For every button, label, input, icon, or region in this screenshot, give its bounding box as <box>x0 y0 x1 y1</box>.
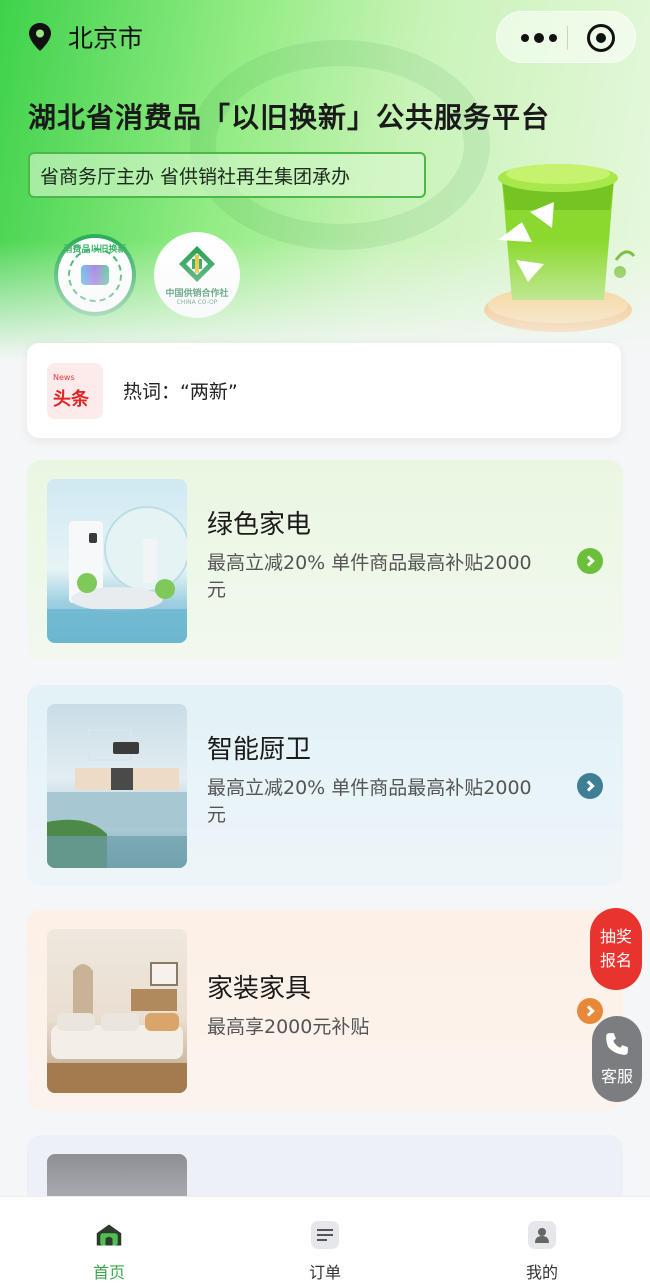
header-banner: 北京市 湖北省消费品「以旧换新」公共服务平台 省商务厅主办 省供销社再生集团承办… <box>0 0 650 360</box>
card-description: 最高立减20% 单件商品最高补贴2000元 <box>207 552 532 601</box>
tab-home[interactable]: 首页 <box>49 1197 169 1284</box>
news-icon-small-text: News <box>53 372 75 382</box>
card-description: 最高享2000元补贴 <box>207 1016 370 1038</box>
news-hotword: 热词：“两新” <box>123 381 238 403</box>
miniprogram-capsule <box>496 11 636 63</box>
location-pin-icon <box>29 23 51 51</box>
phone-icon <box>606 1033 628 1055</box>
customer-service-label: 客服 <box>600 1067 633 1086</box>
watermark-logo <box>190 40 490 250</box>
card-description: 最高立减20% 单件商品最高补贴2000元 <box>207 777 532 826</box>
recycle-bin-illustration <box>484 164 636 332</box>
tab-orders[interactable]: 订单 <box>265 1197 385 1284</box>
category-card-appliances[interactable]: 绿色家电 最高立减20% 单件商品最高补贴2000元 <box>27 460 623 660</box>
news-headline-icon: News 头条 <box>47 362 103 419</box>
card-title: 绿色家电 <box>207 510 312 540</box>
capsule-divider <box>567 26 568 50</box>
lottery-signup-button[interactable]: 抽奖 报名 <box>590 908 642 990</box>
tab-profile-label: 我的 <box>525 1263 558 1282</box>
close-miniprogram-icon[interactable] <box>587 24 615 52</box>
category-card-kitchen-bath[interactable]: 智能厨卫 最高立减20% 单件商品最高补贴2000元 <box>27 685 623 885</box>
news-headline-bar[interactable]: News 头条 热词：“两新” <box>27 343 621 438</box>
user-icon <box>528 1221 556 1249</box>
bottom-tab-bar: 首页 订单 我的 <box>0 1196 650 1284</box>
category-card-furniture[interactable]: 家装家具 最高享2000元补贴 <box>27 910 623 1110</box>
china-coop-logo: 中国供销合作社 CHINA CO-OP <box>154 232 240 318</box>
kitchen-bath-thumbnail <box>47 704 187 868</box>
customer-service-button[interactable]: 客服 <box>592 1016 642 1102</box>
orders-icon <box>311 1221 339 1249</box>
tab-home-label: 首页 <box>92 1263 125 1282</box>
card-title: 智能厨卫 <box>207 735 312 765</box>
page-title: 湖北省消费品「以旧换新」公共服务平台 <box>28 101 551 134</box>
appliances-thumbnail <box>47 479 187 643</box>
chevron-right-icon[interactable] <box>577 998 603 1024</box>
more-menu-icon[interactable] <box>511 12 567 64</box>
location-label: 北京市 <box>68 24 144 53</box>
location-selector[interactable]: 北京市 <box>28 20 143 54</box>
trade-in-badge-logo: 消费品以旧换新 <box>54 234 136 316</box>
card-title: 家装家具 <box>207 974 312 1004</box>
china-coop-en-label: CHINA CO-OP <box>176 299 218 306</box>
tab-orders-label: 订单 <box>308 1263 341 1282</box>
organizer-subtitle: 省商务厅主办 省供销社再生集团承办 <box>28 152 426 198</box>
lottery-label-line1: 抽奖 <box>599 927 632 946</box>
furniture-thumbnail <box>47 929 187 1093</box>
china-coop-emblem-icon <box>179 246 215 282</box>
trade-in-badge-text: 消费品以旧换新 <box>63 245 127 255</box>
news-icon-big-text: 头条 <box>53 388 89 410</box>
tab-profile[interactable]: 我的 <box>482 1197 602 1284</box>
china-coop-cn-label: 中国供销合作社 <box>165 289 229 299</box>
home-icon <box>95 1221 123 1249</box>
lottery-label-line2: 报名 <box>599 951 632 970</box>
chevron-right-icon[interactable] <box>577 773 603 799</box>
chevron-right-icon[interactable] <box>577 548 603 574</box>
